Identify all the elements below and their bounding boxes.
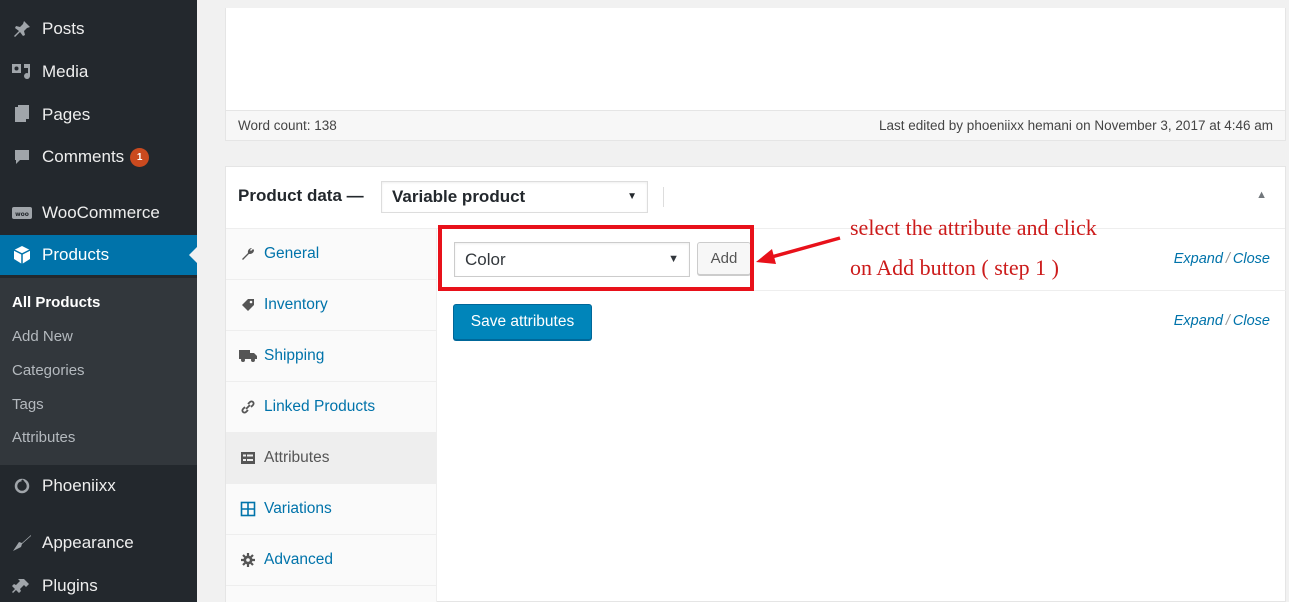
- tab-label: Attributes: [264, 449, 330, 466]
- tab-shipping[interactable]: Shipping: [226, 331, 437, 382]
- close-link[interactable]: Close: [1233, 313, 1270, 329]
- comment-count-badge: 1: [130, 147, 150, 167]
- list-icon: [238, 451, 258, 465]
- tab-label: Advanced: [264, 551, 333, 568]
- menu-woocommerce[interactable]: woo WooCommerce: [0, 193, 197, 233]
- menu-label: Products: [42, 245, 110, 264]
- products-icon: [8, 245, 36, 265]
- product-data-tabs: General Inventory Shipping Linked Produc…: [226, 229, 437, 602]
- menu-posts[interactable]: Posts: [0, 9, 197, 49]
- submenu-tags[interactable]: Tags: [12, 396, 44, 413]
- menu-phoeniixx[interactable]: Phoeniixx: [0, 466, 197, 506]
- truck-icon: [238, 349, 258, 363]
- phoeniixx-icon: [8, 477, 36, 495]
- admin-sidebar: Posts Media Pages Comments 1 woo WooComm…: [0, 0, 197, 602]
- wrench-icon: [238, 246, 258, 262]
- menu-label: Media: [42, 62, 89, 81]
- products-submenu: All Products Add New Categories Tags Att…: [0, 278, 197, 465]
- pages-icon: [8, 105, 36, 125]
- svg-text:woo: woo: [15, 211, 29, 218]
- post-editor[interactable]: Word count: 138 Last edited by phoeniixx…: [225, 8, 1286, 141]
- submenu-categories[interactable]: Categories: [12, 362, 85, 379]
- last-edited: Last edited by phoeniixx hemani on Novem…: [879, 118, 1273, 133]
- submenu-add-new[interactable]: Add New: [12, 328, 73, 345]
- annotation-note: select the attribute and click on Add bu…: [850, 208, 1150, 288]
- tab-label: Variations: [264, 500, 332, 517]
- menu-products[interactable]: Products: [0, 235, 197, 275]
- tab-label: Inventory: [264, 296, 328, 313]
- tab-inventory[interactable]: Inventory: [226, 280, 437, 331]
- expand-link[interactable]: Expand: [1174, 313, 1223, 329]
- menu-label: Appearance: [42, 533, 134, 552]
- editor-status-bar: Word count: 138 Last edited by phoeniixx…: [226, 110, 1285, 140]
- pin-icon: [8, 19, 36, 39]
- tab-general[interactable]: General: [226, 229, 437, 280]
- menu-label: Phoeniixx: [42, 476, 116, 495]
- collapse-toggle-icon[interactable]: ▲: [1256, 189, 1267, 201]
- menu-comments[interactable]: Comments 1: [0, 137, 197, 177]
- annotation-line-2: on Add button ( step 1 ): [850, 255, 1059, 280]
- tag-icon: [238, 297, 258, 313]
- tab-attributes[interactable]: Attributes: [226, 433, 437, 484]
- product-type-value: Variable product: [392, 187, 526, 206]
- tab-advanced[interactable]: Advanced: [226, 535, 437, 586]
- menu-label: Pages: [42, 105, 91, 124]
- submenu-all-products[interactable]: All Products: [12, 294, 100, 311]
- menu-label: Plugins: [42, 576, 98, 595]
- menu-appearance[interactable]: Appearance: [0, 523, 197, 563]
- chevron-down-icon: ▼: [627, 191, 637, 202]
- submenu-attributes[interactable]: Attributes: [12, 429, 75, 446]
- attributes-save-row: Save attributes Expand / Close: [438, 291, 1286, 351]
- tab-label: Linked Products: [264, 398, 376, 415]
- comments-icon: [8, 148, 36, 166]
- save-attributes-button[interactable]: Save attributes: [453, 304, 592, 340]
- header-divider: [663, 187, 664, 207]
- word-count: Word count: 138: [238, 118, 337, 133]
- menu-label: Posts: [42, 19, 85, 38]
- tab-linked-products[interactable]: Linked Products: [226, 382, 437, 433]
- link-icon: [238, 399, 258, 415]
- close-link[interactable]: Close: [1233, 251, 1270, 267]
- annotation-arrow-icon: [756, 236, 841, 264]
- appearance-icon: [8, 533, 36, 553]
- tab-label: Shipping: [264, 347, 325, 364]
- annotation-highlight-box: [438, 225, 754, 291]
- expand-close-links-bottom: Expand / Close: [1173, 313, 1270, 329]
- tab-variations[interactable]: Variations: [226, 484, 437, 535]
- gear-icon: [238, 552, 258, 568]
- annotation-line-1: select the attribute and click: [850, 215, 1097, 240]
- plugins-icon: [8, 576, 36, 596]
- menu-plugins[interactable]: Plugins: [0, 566, 197, 602]
- menu-label: WooCommerce: [42, 203, 160, 222]
- woocommerce-icon: woo: [8, 205, 36, 221]
- expand-link[interactable]: Expand: [1174, 251, 1223, 267]
- menu-pages[interactable]: Pages: [0, 95, 197, 135]
- product-type-select[interactable]: Variable product ▼: [381, 181, 648, 213]
- tab-label: General: [264, 245, 320, 262]
- menu-label: Comments: [42, 147, 125, 166]
- product-data-title: Product data —: [238, 186, 364, 205]
- menu-media[interactable]: Media: [0, 52, 197, 92]
- grid-icon: [238, 501, 258, 517]
- media-icon: [8, 62, 36, 82]
- expand-close-links: Expand / Close: [1173, 251, 1270, 267]
